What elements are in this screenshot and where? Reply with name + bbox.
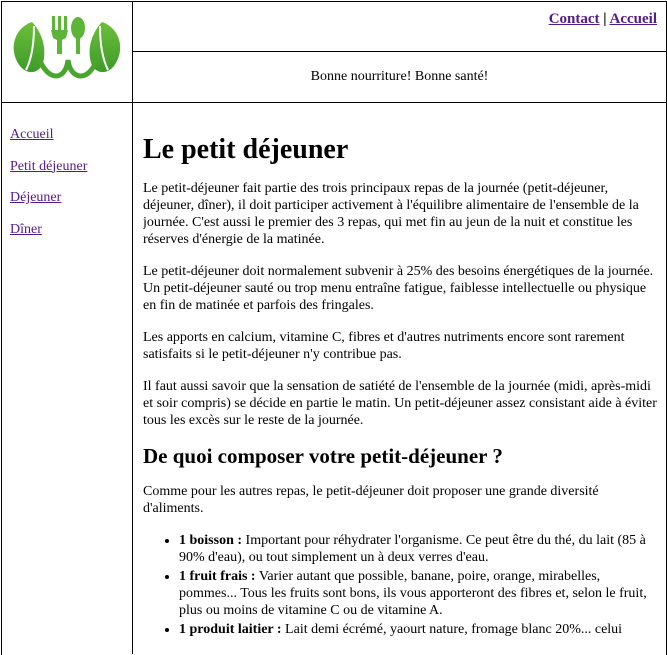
list-item-title: 1 produit laitier : [179, 622, 282, 637]
sidebar-item-diner[interactable]: Dîner [10, 221, 128, 239]
page: Contact | Accueil Bonne nourriture! Bonn… [0, 0, 667, 655]
list-item-text: Lait demi écrémé, yaourt nature, fromage… [281, 622, 623, 637]
paragraph-4: Il faut aussi savoir que la sensation de… [143, 379, 657, 428]
page-title: Le petit déjeuner [143, 134, 349, 165]
fork-leaf-logo-icon [8, 14, 126, 80]
paragraph-3: Les apports en calcium, vitamine C, fibr… [143, 330, 625, 362]
list-item-text: Important pour réhydrater l'organisme. C… [179, 533, 646, 565]
sidebar-item-accueil[interactable]: Accueil [10, 126, 128, 144]
main-content: Le petit déjeuner Le petit-déjeuner fait… [143, 134, 658, 654]
sidebar-nav: Accueil Petit déjeuner Déjeuner Dîner [10, 126, 128, 252]
header-divider [1, 102, 667, 103]
section-intro: Comme pour les autres repas, le petit-dé… [143, 484, 599, 516]
list-item-title: 1 fruit frais : [179, 569, 256, 584]
tagline: Bonne nourriture! Bonne santé! [310, 69, 489, 84]
home-link[interactable]: Accueil [610, 11, 657, 27]
list-item-boisson: 1 boisson : Important pour réhydrater l'… [179, 532, 658, 566]
list-item-laitier: 1 produit laitier : Lait demi écrémé, ya… [179, 621, 658, 638]
contact-link[interactable]: Contact [549, 11, 600, 27]
section-subtitle: De quoi composer votre petit-déjeuner ? [143, 444, 503, 468]
food-list: 1 boisson : Important pour réhydrater l'… [143, 532, 658, 638]
list-item-title: 1 boisson : [179, 533, 243, 548]
top-links: Contact | Accueil [549, 11, 657, 28]
list-item-fruit: 1 fruit frais : Varier autant que possib… [179, 568, 658, 619]
sidebar-item-petit-dejeuner[interactable]: Petit déjeuner [10, 158, 128, 176]
paragraph-2: Le petit-déjeuner doit normalement subve… [143, 264, 654, 313]
sidebar-item-dejeuner[interactable]: Déjeuner [10, 189, 128, 207]
link-separator: | [603, 11, 607, 27]
paragraph-1: Le petit-déjeuner fait partie des trois … [143, 181, 639, 247]
